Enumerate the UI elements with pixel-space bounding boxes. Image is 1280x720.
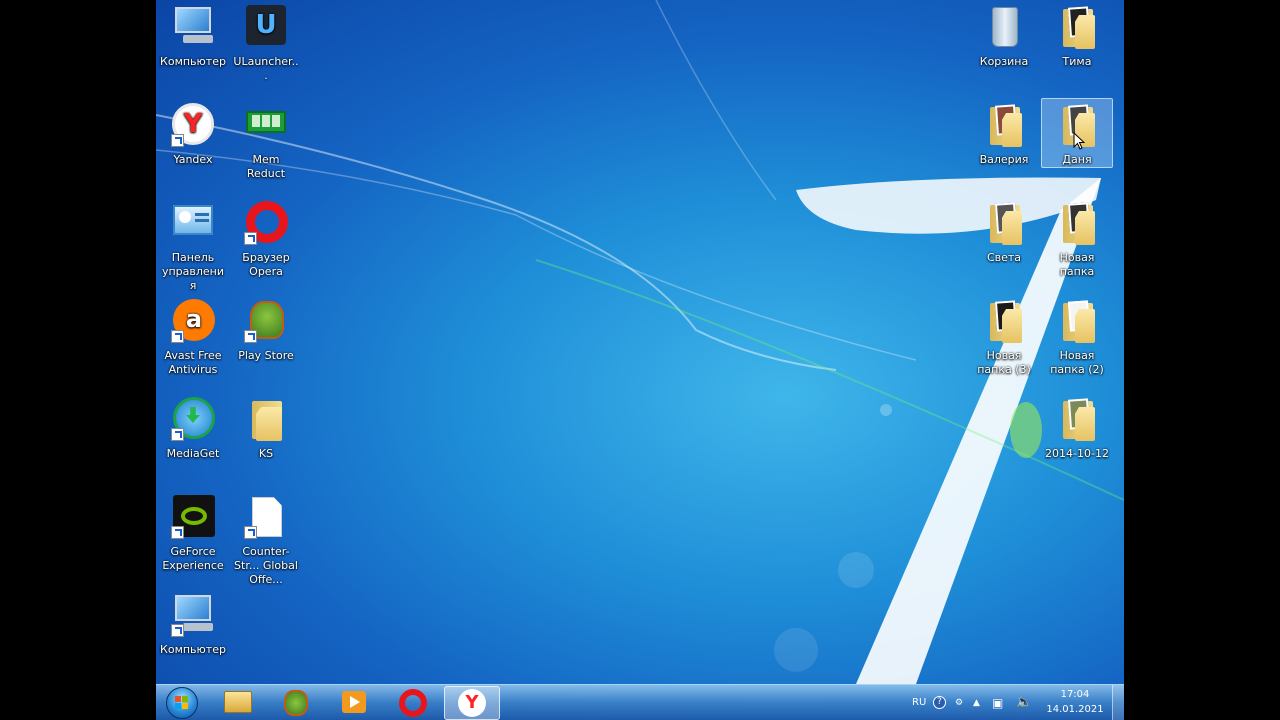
folder-icon <box>980 199 1028 247</box>
icon-label: Mem Reduct <box>246 153 286 180</box>
settings-icon[interactable]: ⚙ <box>955 685 963 720</box>
desktop-icon-counter-strike[interactable]: Counter-Str... Global Offe... <box>230 490 302 588</box>
desktop-icon-ulauncher[interactable]: U ULauncher... <box>230 0 302 84</box>
icon-label: Компьютер <box>160 643 226 656</box>
desktop-icon-geforce[interactable]: GeForce Experience <box>157 490 229 574</box>
start-button[interactable] <box>160 685 204 720</box>
opera-icon <box>399 689 427 717</box>
desktop-icon-mediaget[interactable]: MediaGet <box>157 392 229 462</box>
system-clock[interactable]: 17:04 14.01.2021 <box>1040 687 1110 717</box>
desktop-icon-yandex[interactable]: Y Yandex <box>157 98 229 168</box>
icon-label: Компьютер <box>160 55 226 68</box>
desktop-icon-ks[interactable]: KS <box>230 392 302 462</box>
yandex-browser-icon: Y <box>458 689 486 717</box>
nvidia-icon <box>169 493 217 541</box>
shortcut-arrow-icon <box>244 330 257 343</box>
icon-label: Панель управления <box>161 251 225 292</box>
desktop-icon-new-folder-3[interactable]: Новая папка (3) <box>968 294 1040 378</box>
desktop-icon-new-folder-2[interactable]: Новая папка (2) <box>1041 294 1113 378</box>
desktop-icon-tima[interactable]: Тима <box>1041 0 1113 70</box>
folder-icon <box>1053 199 1101 247</box>
icon-label: Даня <box>1062 153 1092 166</box>
icon-label: Yandex <box>173 153 213 166</box>
yandex-browser-icon: Y <box>169 101 217 149</box>
computer-icon <box>169 591 217 639</box>
desktop-icon-avast[interactable]: a Avast Free Antivirus <box>157 294 229 378</box>
desktop-icon-control-panel[interactable]: Панель управления <box>157 196 229 294</box>
shortcut-arrow-icon <box>171 134 184 147</box>
taskbar-button-media-player[interactable] <box>326 686 382 720</box>
icon-label: KS <box>258 447 274 460</box>
play-store-icon <box>242 297 290 345</box>
ulauncher-icon: U <box>242 3 290 51</box>
desktop-icon-computer-2[interactable]: Компьютер <box>157 588 229 658</box>
icon-label: Браузер Opera <box>242 251 290 278</box>
clock-time: 17:04 <box>1060 689 1090 700</box>
network-icon[interactable]: ▣ <box>992 685 1003 720</box>
desktop-icon-folder-2014[interactable]: 2014-10-12 <box>1041 392 1113 462</box>
mouse-cursor-icon <box>1073 132 1085 150</box>
shortcut-arrow-icon <box>244 526 257 539</box>
memory-chip-icon <box>242 101 290 149</box>
file-icon <box>242 493 290 541</box>
icon-label: Новая папка (2) <box>1050 349 1104 376</box>
shortcut-arrow-icon <box>244 232 257 245</box>
icon-label: Новая папка <box>1059 251 1095 278</box>
desktop-icon-recycle-bin[interactable]: Корзина <box>968 0 1040 70</box>
recycle-bin-icon <box>980 3 1028 51</box>
clock-date: 14.01.2021 <box>1046 704 1104 715</box>
show-desktop-button[interactable] <box>1112 685 1124 720</box>
desktop-icon-new-folder[interactable]: Новая папка <box>1041 196 1113 280</box>
icon-label: Валерия <box>979 153 1029 166</box>
volume-icon[interactable]: 🔈 <box>1016 685 1032 720</box>
desktop-icon-play-store[interactable]: Play Store <box>230 294 302 364</box>
avast-icon: a <box>169 297 217 345</box>
desktop-icon-sveta[interactable]: Света <box>968 196 1040 266</box>
folder-icon <box>224 691 252 713</box>
icon-label: ULauncher... <box>233 55 299 82</box>
computer-icon <box>169 3 217 51</box>
media-player-icon <box>342 691 366 713</box>
icon-label: Counter-Str... Global Offe... <box>234 545 298 586</box>
taskbar-button-explorer[interactable] <box>210 686 266 720</box>
icon-label: Тима <box>1062 55 1092 68</box>
desktop-icon-valeria[interactable]: Валерия <box>968 98 1040 168</box>
icon-label: Новая папка (3) <box>977 349 1031 376</box>
opera-icon <box>242 199 290 247</box>
desktop-icon-computer[interactable]: Компьютер <box>157 0 229 70</box>
control-panel-icon <box>169 199 217 247</box>
taskbar: Y RU ? ⚙ ▲ ▣ 🔈 17:04 14.01.2021 <box>156 684 1124 720</box>
folder-icon <box>980 297 1028 345</box>
windows-start-icon <box>166 687 198 719</box>
taskbar-button-play-store[interactable] <box>268 686 324 720</box>
desktop-icon-opera[interactable]: Браузер Opera <box>230 196 302 280</box>
mediaget-icon <box>169 395 217 443</box>
show-hidden-icons-icon[interactable]: ▲ <box>973 685 980 720</box>
icon-label: Avast Free Antivirus <box>164 349 222 376</box>
icon-label: MediaGet <box>166 447 220 460</box>
play-store-icon <box>284 690 308 716</box>
folder-icon <box>242 395 290 443</box>
shortcut-arrow-icon <box>171 624 184 637</box>
folder-icon <box>1053 395 1101 443</box>
folder-icon <box>1053 297 1101 345</box>
shortcut-arrow-icon <box>171 526 184 539</box>
desktop[interactable]: Компьютер U ULauncher... Y Yandex Mem Re… <box>156 0 1124 720</box>
shortcut-arrow-icon <box>171 428 184 441</box>
icon-label: GeForce Experience <box>162 545 224 572</box>
language-indicator[interactable]: RU <box>912 685 926 720</box>
icon-label: Света <box>986 251 1022 264</box>
icon-label: Корзина <box>979 55 1029 68</box>
folder-icon <box>980 101 1028 149</box>
desktop-icon-mem-reduct[interactable]: Mem Reduct <box>230 98 302 182</box>
taskbar-button-yandex[interactable]: Y <box>444 686 500 720</box>
folder-icon <box>1053 3 1101 51</box>
icon-label: Play Store <box>238 349 294 362</box>
shortcut-arrow-icon <box>171 330 184 343</box>
icon-label: 2014-10-12 <box>1045 447 1109 460</box>
help-icon[interactable]: ? <box>933 685 946 720</box>
taskbar-button-opera[interactable] <box>384 686 440 720</box>
